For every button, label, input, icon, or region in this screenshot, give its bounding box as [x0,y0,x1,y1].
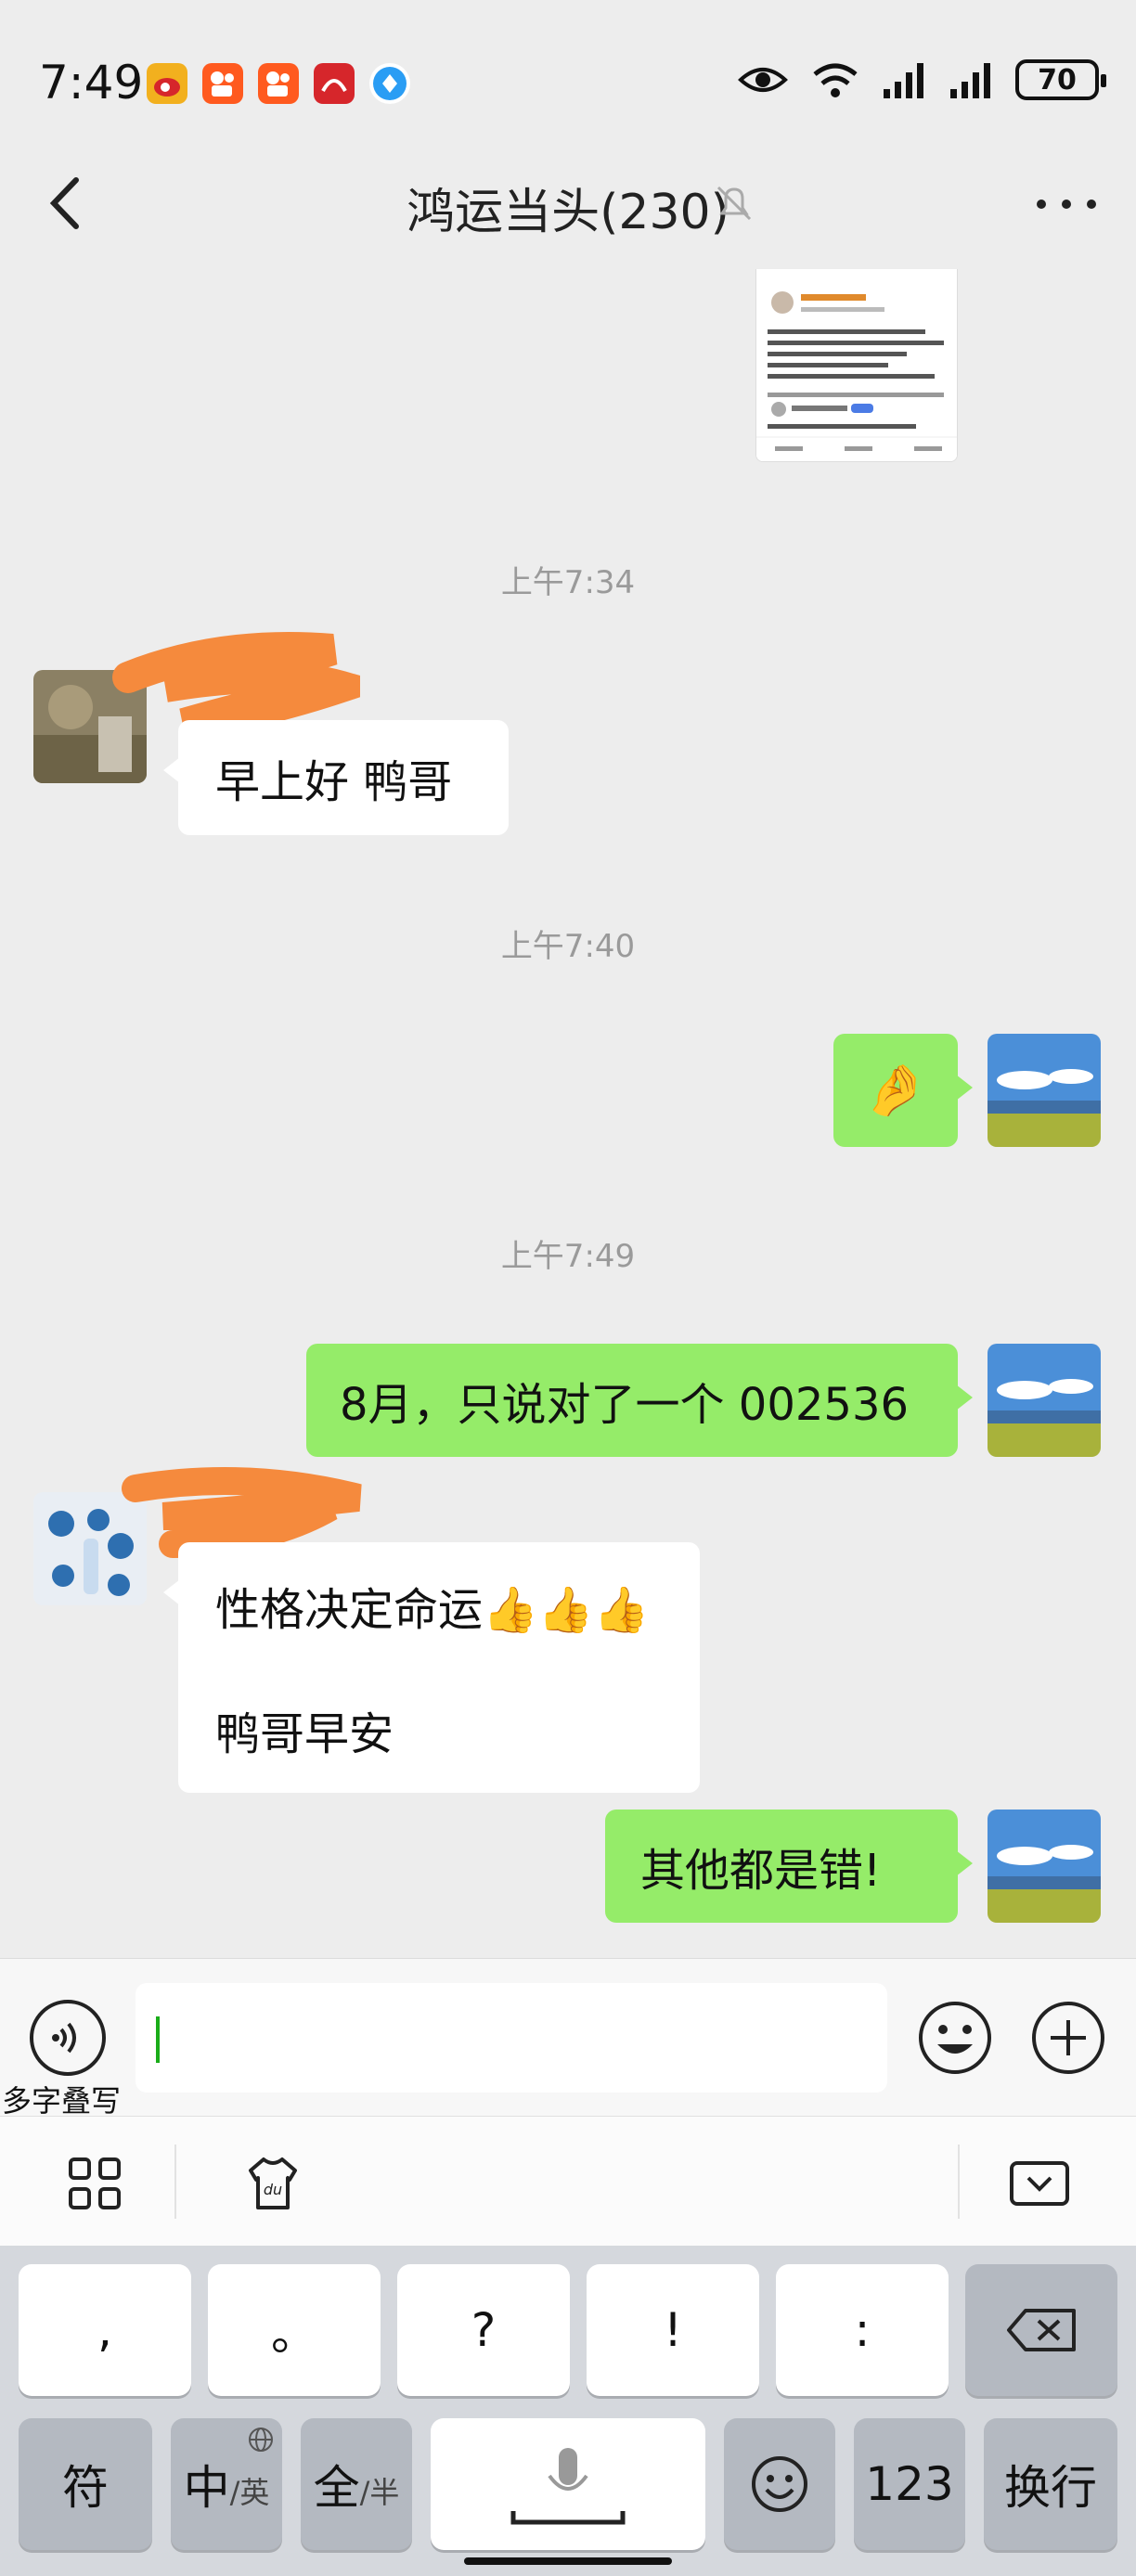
message-text: 8月，只说对了一个 002536 [340,1379,910,1431]
avatar[interactable] [988,1034,1101,1147]
toolbar-divider [958,2145,960,2219]
message-timestamp: 上午7:40 [500,928,636,965]
grid-menu-icon[interactable] [65,2154,124,2213]
smiley-icon [752,2456,807,2512]
chat-title: 鸿运当头(230) [407,185,729,240]
kuaishou-icon [202,63,243,104]
mute-bell-icon [716,186,752,221]
text-caret [156,2016,160,2063]
key-sublabel: /英 [229,2475,270,2510]
status-time: 7:49 [39,56,144,109]
hide-keyboard-icon[interactable] [1008,2154,1071,2213]
number-key[interactable]: 123 [854,2418,965,2550]
message-bubble-outgoing[interactable]: 其他都是错! [605,1810,973,1923]
browser-icon [369,63,410,104]
message-bubble-outgoing[interactable]: 8月，只说对了一个 002536 [306,1344,973,1457]
signal-icon [950,63,990,98]
symbol-key[interactable]: 符 [19,2418,152,2550]
handwriting-hint: 多字叠写 [2,2083,122,2119]
skin-shirt-icon[interactable]: du [243,2154,303,2213]
message-timestamp: 上午7:34 [500,564,636,601]
backspace-key[interactable] [965,2264,1117,2396]
key-question[interactable]: ? [397,2264,570,2396]
voice-icon [52,2022,76,2054]
key-comma[interactable]: , [19,2264,191,2396]
key-sublabel: /半 [359,2475,400,2510]
message-text: 早上好 鸭哥 [215,756,453,808]
avatar[interactable] [988,1810,1101,1923]
signal-icon [884,63,923,98]
keyboard: , 。 ? ! : 符 中/英 全/半 123 换行 [0,2246,1136,2576]
message-input-bar: 多字叠写 [0,1958,1136,2119]
message-text: 性格决定命运👍👍👍 [215,1584,650,1636]
message-bubble-outgoing[interactable]: 🤌 [833,1034,973,1147]
microphone-icon [510,2448,626,2525]
shared-image-message[interactable] [755,269,958,462]
home-indicator[interactable] [464,2557,672,2565]
emoji-icon[interactable] [917,2000,993,2076]
enter-key[interactable]: 换行 [984,2418,1117,2550]
xuexi-icon [314,63,355,104]
eye-icon [738,68,788,92]
key-colon[interactable]: : [776,2264,949,2396]
space-key[interactable] [431,2418,705,2550]
message-timestamp: 上午7:49 [500,1238,636,1275]
key-period[interactable]: 。 [208,2264,381,2396]
chat-header: 鸿运当头(230) [0,139,1136,269]
full-half-width-key[interactable]: 全/半 [301,2418,412,2550]
voice-input-button[interactable] [30,2000,106,2076]
keyboard-toolbar: du [0,2116,1136,2246]
message-bubble-incoming[interactable]: 早上好 鸭哥 [163,720,509,835]
chat-messages[interactable]: 上午7:34 早上好 鸭哥 上午7:40 🤌 上午7:49 8月，只说对了一个 … [0,269,1136,1958]
backspace-icon [1007,2309,1076,2351]
key-exclamation[interactable]: ! [587,2264,759,2396]
key-label: 中 [183,2461,230,2515]
weibo-icon [147,63,187,104]
globe-icon [249,2428,273,2452]
emoji-key[interactable] [724,2418,835,2550]
battery-level: 70 [1038,63,1077,97]
message-text: 其他都是错! [640,1845,882,1897]
message-emoji: 🤌 [864,1061,927,1119]
message-text: 鸭哥早安 [215,1708,394,1760]
plus-icon[interactable] [1030,2000,1106,2076]
toolbar-divider [174,2145,176,2219]
chinese-english-toggle-key[interactable]: 中/英 [171,2418,282,2550]
more-dots-icon[interactable] [1034,195,1099,213]
battery-icon: 70 [1015,59,1106,100]
key-label: 全 [313,2461,360,2515]
message-input[interactable] [136,1983,887,2093]
wifi-icon [813,63,858,97]
avatar[interactable] [988,1344,1101,1457]
message-bubble-incoming[interactable]: 性格决定命运👍👍👍 鸭哥早安 [163,1542,700,1793]
svg-text:du: du [264,2181,282,2198]
kuaishou-icon [258,63,299,104]
